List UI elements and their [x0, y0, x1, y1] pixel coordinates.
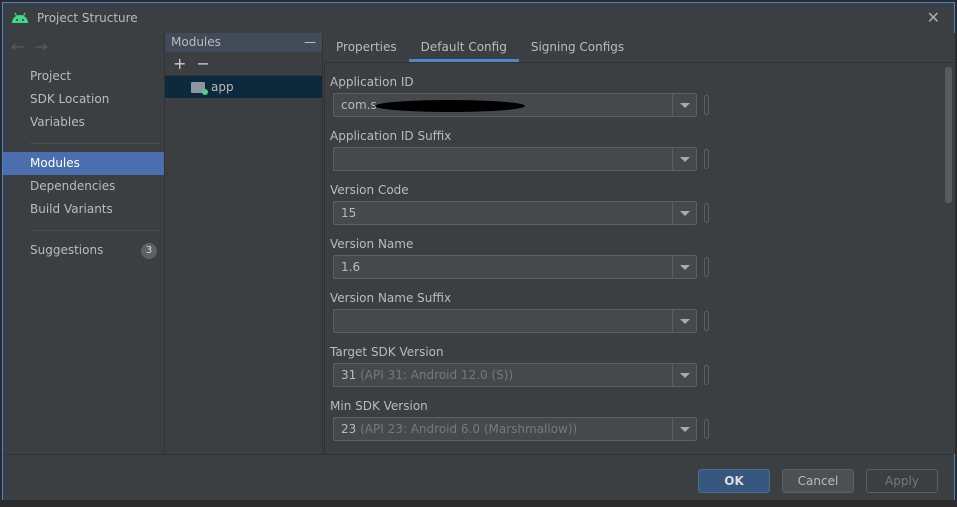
title-bar: Project Structure ✕: [3, 3, 954, 33]
remove-module-button[interactable]: −: [196, 54, 209, 73]
application-id-label: Application ID: [330, 75, 414, 89]
dropdown-arrow-icon[interactable]: [672, 148, 696, 170]
tab-properties[interactable]: Properties: [324, 33, 409, 62]
back-arrow-icon[interactable]: ←: [11, 37, 34, 56]
suggestions-count-badge: 3: [141, 243, 157, 259]
min-sdk-version-combo[interactable]: 23 (API 23: Android 6.0 (Marshmallow)): [333, 417, 697, 441]
project-structure-dialog: Project Structure ✕ ←→ Project SDK Locat…: [2, 2, 955, 500]
cancel-button[interactable]: Cancel: [782, 469, 854, 493]
version-name-value: 1.6: [341, 260, 361, 274]
version-name-label: Version Name: [330, 237, 414, 251]
application-id-combo[interactable]: com.s: [333, 93, 697, 117]
application-id-suffix-combo[interactable]: [333, 147, 697, 171]
application-id-suffix-label: Application ID Suffix: [330, 129, 452, 143]
ok-button[interactable]: OK: [698, 469, 770, 493]
sidebar-item-modules[interactable]: Modules: [3, 152, 164, 175]
sidebar: ←→ Project SDK Location Variables Module…: [3, 33, 165, 454]
android-icon: [12, 12, 28, 23]
application-id-value: com.s: [341, 98, 525, 112]
tab-default-config[interactable]: Default Config: [408, 33, 519, 62]
dropdown-arrow-icon[interactable]: [672, 202, 696, 224]
dropdown-arrow-icon[interactable]: [672, 256, 696, 278]
divider: [30, 230, 160, 231]
tab-signing-configs[interactable]: Signing Configs: [519, 33, 636, 62]
target-sdk-version-label: Target SDK Version: [330, 345, 444, 359]
sidebar-item-dependencies[interactable]: Dependencies: [3, 175, 164, 198]
sidebar-item-suggestions[interactable]: Suggestions 3: [3, 239, 164, 262]
min-sdk-version-value: 23 (API 23: Android 6.0 (Marshmallow)): [341, 422, 578, 436]
application-id-suffix-variable-toggle[interactable]: [704, 149, 709, 169]
version-code-variable-toggle[interactable]: [704, 203, 709, 223]
module-label: app: [211, 80, 234, 94]
dropdown-arrow-icon[interactable]: [672, 418, 696, 440]
add-module-button[interactable]: +: [173, 54, 186, 73]
divider: [30, 143, 160, 144]
redaction-scribble: [374, 99, 525, 112]
close-icon[interactable]: ✕: [927, 8, 940, 27]
version-name-combo[interactable]: 1.6: [333, 255, 697, 279]
sidebar-item-sdk-location[interactable]: SDK Location: [3, 88, 164, 111]
forward-arrow-icon[interactable]: →: [34, 37, 57, 56]
min-sdk-version-variable-toggle[interactable]: [704, 419, 709, 439]
application-id-variable-toggle[interactable]: [704, 95, 709, 115]
modules-panel: Modules — + − app: [165, 33, 323, 454]
modules-header: Modules —: [165, 33, 322, 52]
sidebar-item-variables[interactable]: Variables: [3, 111, 164, 134]
apply-button[interactable]: Apply: [866, 469, 938, 493]
target-sdk-version-variable-toggle[interactable]: [704, 365, 709, 385]
version-name-suffix-combo[interactable]: [333, 309, 697, 333]
module-config-panel: Properties Default Config Signing Config…: [324, 33, 955, 454]
module-item-app[interactable]: app: [165, 76, 322, 98]
dropdown-arrow-icon[interactable]: [672, 310, 696, 332]
sidebar-item-build-variants[interactable]: Build Variants: [3, 198, 164, 221]
dropdown-arrow-icon[interactable]: [672, 94, 696, 116]
target-sdk-version-value: 31 (API 31: Android 12.0 (S)): [341, 368, 514, 382]
dialog-footer: OK Cancel Apply: [3, 454, 954, 500]
suggestions-label: Suggestions: [30, 243, 104, 257]
version-code-value: 15: [341, 206, 357, 220]
version-name-variable-toggle[interactable]: [704, 257, 709, 277]
target-sdk-version-combo[interactable]: 31 (API 31: Android 12.0 (S)): [333, 363, 697, 387]
version-code-label: Version Code: [330, 183, 409, 197]
version-name-suffix-label: Version Name Suffix: [330, 291, 452, 305]
version-code-combo[interactable]: 15: [333, 201, 697, 225]
module-folder-icon: [191, 81, 208, 95]
window-title: Project Structure: [37, 11, 138, 25]
scrollbar-thumb[interactable]: [945, 67, 952, 203]
dropdown-arrow-icon[interactable]: [672, 364, 696, 386]
default-config-form: Application ID com.s Application ID Suff…: [324, 64, 944, 454]
min-sdk-version-label: Min SDK Version: [330, 399, 428, 413]
scrollbar[interactable]: [944, 64, 955, 454]
version-name-suffix-variable-toggle[interactable]: [704, 311, 709, 331]
modules-title: Modules: [171, 35, 221, 49]
minimize-icon[interactable]: —: [304, 33, 316, 52]
sidebar-item-project[interactable]: Project: [3, 65, 164, 88]
